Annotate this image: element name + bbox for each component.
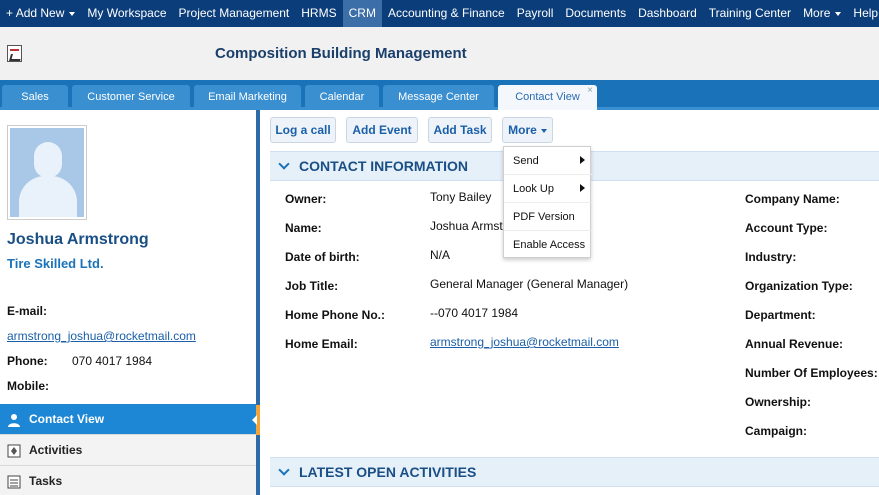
- add-new-label: Add New: [15, 6, 65, 20]
- field-label-annual-revenue: Annual Revenue:: [745, 337, 844, 351]
- add-task-button[interactable]: Add Task: [428, 117, 492, 143]
- nav-more[interactable]: More: [797, 0, 847, 27]
- field-label-organization-type: Organization Type:: [745, 279, 853, 293]
- nav-more-label: More: [803, 6, 831, 20]
- contact-avatar: [7, 125, 87, 220]
- nav-dashboard[interactable]: Dashboard: [632, 0, 703, 27]
- add-new-menu[interactable]: + Add New: [0, 0, 81, 27]
- sidebar-item-contact-view[interactable]: Contact View: [0, 404, 257, 435]
- more-dropdown-menu: Send Look Up PDF Version Enable Access: [503, 146, 592, 259]
- top-navigation-bar: + Add New My Workspace Project Managemen…: [0, 0, 879, 27]
- nav-training-center[interactable]: Training Center: [703, 0, 797, 27]
- field-label-company-name: Company Name:: [745, 192, 840, 206]
- field-value-job-title: General Manager (General Manager): [430, 277, 629, 291]
- chevron-down-icon: [278, 158, 290, 170]
- person-icon: [8, 414, 20, 427]
- activities-icon: [7, 444, 21, 458]
- menu-item-send[interactable]: Send: [504, 147, 592, 175]
- nav-hrms[interactable]: HRMS: [295, 0, 342, 27]
- app-logo-icon[interactable]: [7, 45, 22, 62]
- phone-value: 070 4017 1984: [72, 354, 153, 368]
- nav-my-workspace[interactable]: My Workspace: [81, 0, 172, 27]
- field-label-industry: Industry:: [745, 250, 797, 264]
- menu-item-label: Look Up: [513, 183, 554, 195]
- email-label: E-mail:: [7, 304, 48, 318]
- add-event-button[interactable]: Add Event: [346, 117, 418, 143]
- log-call-button[interactable]: Log a call: [270, 117, 336, 143]
- page-header: Composition Building Management: [0, 27, 879, 80]
- menu-item-enable-access[interactable]: Enable Access: [504, 231, 592, 259]
- menu-item-label: Enable Access: [513, 239, 586, 251]
- submenu-arrow-icon: [580, 184, 585, 192]
- menu-item-label: Send: [513, 155, 539, 167]
- field-label-campaign: Campaign:: [745, 424, 808, 438]
- close-icon[interactable]: ×: [587, 78, 593, 103]
- sidebar-item-label: Contact View: [29, 412, 105, 426]
- contact-company: Tire Skilled Ltd.: [7, 256, 104, 271]
- field-value-dob: N/A: [430, 248, 451, 262]
- chevron-down-icon: [278, 464, 290, 476]
- tab-contact-view-label: Contact View: [515, 91, 580, 103]
- active-arrow-icon: [252, 415, 257, 425]
- nav-documents[interactable]: Documents: [559, 0, 632, 27]
- avatar-placeholder-icon: [10, 128, 84, 217]
- tab-sales[interactable]: Sales: [2, 85, 68, 110]
- submenu-arrow-icon: [580, 156, 585, 164]
- nav-accounting-finance[interactable]: Accounting & Finance: [382, 0, 511, 27]
- section-title: LATEST OPEN ACTIVITIES: [299, 464, 477, 480]
- sidebar-item-tasks[interactable]: Tasks: [0, 466, 256, 495]
- field-label-owner: Owner:: [285, 192, 327, 206]
- nav-crm[interactable]: CRM: [342, 0, 382, 27]
- latest-open-activities-header[interactable]: LATEST OPEN ACTIVITIES: [270, 457, 879, 487]
- sidebar-item-label: Tasks: [29, 474, 63, 488]
- email-link[interactable]: armstrong_joshua@rocketmail.com: [7, 329, 196, 343]
- caret-down-icon: [540, 128, 547, 133]
- tab-customer-service[interactable]: Customer Service: [72, 85, 190, 110]
- field-label-home-email: Home Email:: [285, 337, 358, 351]
- menu-item-look-up[interactable]: Look Up: [504, 175, 592, 203]
- field-label-name: Name:: [285, 221, 322, 235]
- phone-label: Phone:: [7, 354, 48, 368]
- nav-payroll[interactable]: Payroll: [511, 0, 560, 27]
- tab-contact-view[interactable]: Contact View ×: [498, 85, 597, 110]
- field-value-name: Joshua Armst: [430, 219, 503, 233]
- field-value-home-phone: --070 4017 1984: [430, 306, 519, 320]
- field-label-account-type: Account Type:: [745, 221, 828, 235]
- field-label-dob: Date of birth:: [285, 250, 360, 264]
- mobile-label: Mobile:: [7, 379, 49, 393]
- field-label-job-title: Job Title:: [285, 279, 339, 293]
- more-button-label: More: [508, 123, 537, 137]
- menu-item-pdf-version[interactable]: PDF Version: [504, 203, 592, 231]
- field-label-home-phone: Home Phone No.:: [285, 308, 386, 322]
- contact-name: Joshua Armstrong: [7, 231, 149, 248]
- section-title: CONTACT INFORMATION: [299, 158, 469, 174]
- tab-calendar[interactable]: Calendar: [305, 85, 379, 110]
- caret-down-icon: [69, 11, 76, 16]
- page-title: Composition Building Management: [215, 45, 467, 62]
- more-button[interactable]: More: [502, 117, 553, 143]
- sidebar-item-label: Activities: [29, 443, 83, 457]
- caret-down-icon: [835, 11, 842, 16]
- field-label-ownership: Ownership:: [745, 395, 812, 409]
- field-label-department: Department:: [745, 308, 816, 322]
- module-tab-bar: Sales Customer Service Email Marketing C…: [0, 80, 879, 110]
- tasks-icon: [7, 475, 21, 489]
- plus-icon: +: [6, 6, 14, 20]
- nav-help[interactable]: Help: [847, 0, 879, 27]
- sidebar-item-activities[interactable]: Activities: [0, 435, 256, 466]
- nav-project-management[interactable]: Project Management: [173, 0, 296, 27]
- home-email-link[interactable]: armstrong_joshua@rocketmail.com: [430, 335, 619, 349]
- tab-email-marketing[interactable]: Email Marketing: [194, 85, 301, 110]
- field-value-owner: Tony Bailey: [430, 190, 492, 204]
- tab-message-center[interactable]: Message Center: [383, 85, 494, 110]
- menu-item-label: PDF Version: [513, 211, 575, 223]
- field-label-number-of-employees: Number Of Employees:: [745, 366, 878, 380]
